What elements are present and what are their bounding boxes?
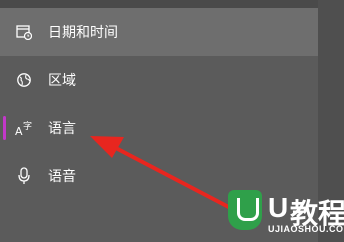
- watermark-brand: U: [268, 192, 289, 223]
- watermark-logo: U 教程 UJIAOSHOU.COM: [228, 190, 344, 242]
- watermark-url: UJIAOSHOU.COM: [268, 224, 344, 234]
- shield-logo-icon: [228, 190, 262, 230]
